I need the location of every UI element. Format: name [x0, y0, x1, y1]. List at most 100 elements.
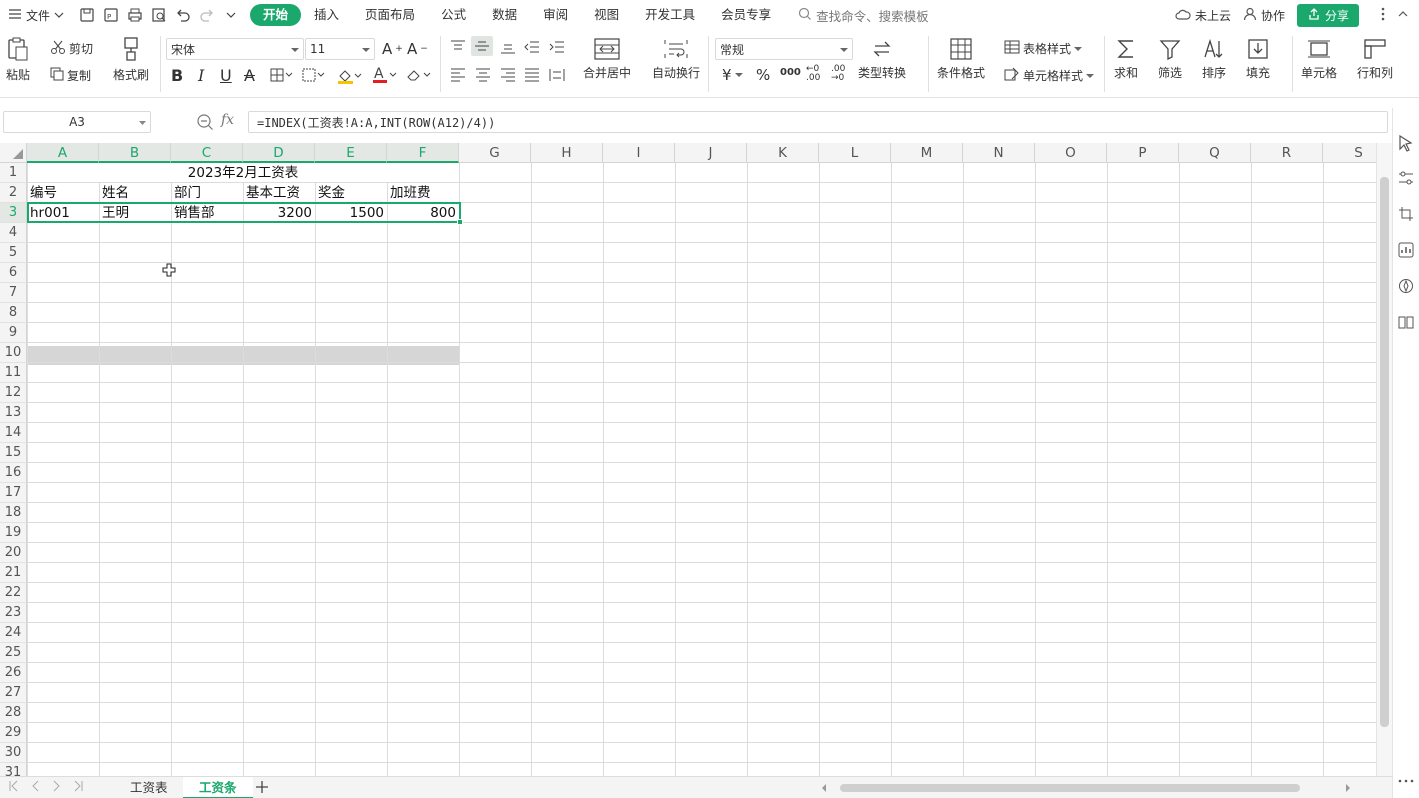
collaborate-button[interactable]: 协作 [1243, 7, 1285, 24]
row-header[interactable]: 1 [0, 163, 27, 183]
header-cell[interactable]: 姓名 [99, 183, 171, 203]
thousands-separator-icon[interactable]: 000 [780, 67, 801, 78]
more-vertical-icon[interactable] [1381, 7, 1385, 24]
tab-view[interactable]: 视图 [581, 4, 632, 26]
column-header[interactable]: P [1107, 143, 1179, 163]
cell-button[interactable]: 单元格 [1301, 38, 1337, 81]
row-header[interactable]: 14 [0, 423, 27, 443]
format-painter-button[interactable]: 格式刷 [113, 36, 149, 83]
row-header[interactable]: 10 [0, 343, 27, 363]
align-bottom-icon[interactable] [500, 40, 516, 54]
redo-icon[interactable] [198, 6, 216, 24]
copy-button[interactable]: 复制 [50, 67, 91, 84]
align-top-icon[interactable] [450, 40, 466, 54]
select-pointer-icon[interactable] [1398, 134, 1414, 155]
column-header[interactable]: I [603, 143, 675, 163]
vertical-scroll-thumb[interactable] [1380, 177, 1389, 727]
sheet-tab-salary-table[interactable]: 工资表 [114, 777, 184, 798]
worksheet-grid[interactable]: A B C D E F G H I J K L M N O P Q R S 1 2 3 4 5 6 7 8 9 10 11 12 13 14 15… [0, 143, 1376, 776]
header-cell[interactable]: 加班费 [387, 183, 459, 203]
insert-function-icon[interactable]: fx [221, 112, 234, 128]
header-cell[interactable]: 编号 [27, 183, 99, 203]
name-box[interactable]: A3 [3, 111, 151, 133]
bold-icon[interactable]: B [171, 66, 183, 85]
italic-icon[interactable]: I [198, 66, 204, 85]
scroll-right-icon[interactable] [1344, 782, 1352, 796]
cell-shading-icon[interactable] [302, 68, 326, 82]
tab-review[interactable]: 审阅 [530, 4, 581, 26]
strikethrough-icon[interactable]: A [244, 66, 255, 85]
column-header[interactable]: H [531, 143, 603, 163]
align-right-icon[interactable] [500, 68, 516, 82]
percent-icon[interactable]: % [756, 66, 770, 84]
scroll-left-icon[interactable] [820, 782, 828, 796]
fill-button[interactable]: 填充 [1246, 38, 1270, 81]
conditional-format-button[interactable]: 条件格式 [937, 38, 985, 81]
filter-button[interactable]: 筛选 [1158, 38, 1182, 81]
row-header[interactable]: 28 [0, 703, 27, 723]
align-left-icon[interactable] [450, 68, 466, 82]
tab-home[interactable]: 开始 [250, 4, 302, 26]
file-menu[interactable]: 文件 [0, 0, 72, 30]
column-header[interactable]: A [27, 143, 99, 163]
row-header[interactable]: 31 [0, 763, 27, 776]
customize-toolbar-icon[interactable] [222, 6, 240, 24]
row-header[interactable]: 22 [0, 583, 27, 603]
cloud-status[interactable]: 未上云 [1175, 7, 1231, 24]
row-header[interactable]: 25 [0, 643, 27, 663]
horizontal-scrollbar[interactable] [820, 781, 1360, 795]
row-header[interactable]: 16 [0, 463, 27, 483]
sum-button[interactable]: 求和 [1114, 38, 1138, 81]
undo-icon[interactable] [174, 6, 192, 24]
column-header[interactable]: C [171, 143, 243, 163]
save-icon[interactable] [78, 6, 96, 24]
export-pdf-icon[interactable]: P [102, 6, 120, 24]
fill-handle[interactable] [457, 219, 463, 225]
tab-insert[interactable]: 插入 [301, 4, 352, 26]
number-format-select[interactable]: 常规 [715, 38, 853, 60]
row-header[interactable]: 17 [0, 483, 27, 503]
row-header[interactable]: 30 [0, 743, 27, 763]
wrap-text-button[interactable]: 自动换行 [652, 38, 700, 81]
cell-style-button[interactable]: 单元格样式 [1004, 67, 1095, 84]
horizontal-scroll-thumb[interactable] [840, 784, 1300, 792]
command-search[interactable]: 查找命令、搜索模板 [798, 6, 929, 25]
add-sheet-icon[interactable] [255, 780, 269, 797]
column-header[interactable]: B [99, 143, 171, 163]
print-preview-icon[interactable] [150, 6, 168, 24]
distributed-align-icon[interactable] [549, 68, 565, 82]
book-icon[interactable] [1398, 314, 1414, 333]
fill-color-icon[interactable] [337, 68, 363, 84]
row-header[interactable]: 4 [0, 223, 27, 243]
row-column-button[interactable]: 行和列 [1357, 38, 1393, 81]
tab-data[interactable]: 数据 [479, 4, 530, 26]
column-header[interactable]: M [891, 143, 963, 163]
last-sheet-icon[interactable] [74, 780, 84, 795]
row-header[interactable]: 6 [0, 263, 27, 283]
header-cell[interactable]: 奖金 [315, 183, 387, 203]
column-header[interactable]: N [963, 143, 1035, 163]
column-header[interactable]: J [675, 143, 747, 163]
column-header[interactable]: D [243, 143, 315, 163]
column-header[interactable]: L [819, 143, 891, 163]
font-name-select[interactable]: 宋体 [166, 38, 304, 60]
collapse-ribbon-icon[interactable] [1397, 8, 1409, 22]
share-button[interactable]: 分享 [1296, 3, 1359, 27]
crop-icon[interactable] [1398, 206, 1414, 225]
location-icon[interactable] [1398, 278, 1414, 297]
row-header[interactable]: 24 [0, 623, 27, 643]
increase-decimal-icon[interactable]: ←0.00 [806, 65, 820, 83]
row-header[interactable]: 15 [0, 443, 27, 463]
first-sheet-icon[interactable] [8, 780, 18, 795]
row-header[interactable]: 23 [0, 603, 27, 623]
increase-font-icon[interactable]: A + [382, 40, 403, 58]
row-header[interactable]: 5 [0, 243, 27, 263]
select-all-corner[interactable] [0, 143, 27, 163]
sheet-title-cell[interactable]: 2023年2月工资表 [27, 163, 459, 183]
formula-input[interactable]: =INDEX(工资表!A:A,INT(ROW(A12)/4)) [248, 111, 1388, 133]
column-header[interactable]: F [387, 143, 459, 163]
zoom-formula-icon[interactable] [196, 113, 214, 134]
column-header[interactable]: Q [1179, 143, 1251, 163]
row-header[interactable]: 26 [0, 663, 27, 683]
clear-format-icon[interactable] [406, 68, 432, 82]
